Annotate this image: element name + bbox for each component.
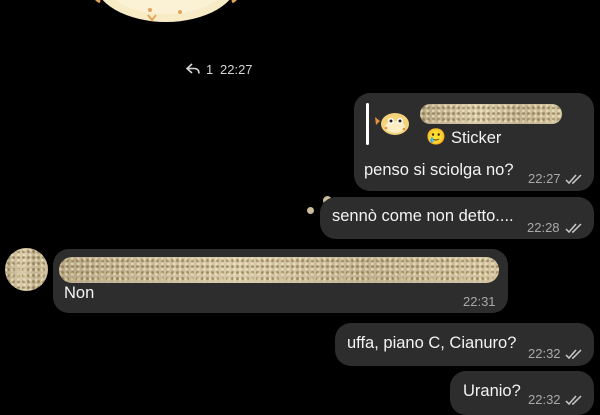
crying-smile-emoji: 🥲 bbox=[426, 129, 446, 146]
double-check-icon bbox=[565, 347, 583, 365]
message-bubble-outgoing[interactable]: uffa, piano C, Cianuro? 22:32 bbox=[335, 323, 594, 366]
pufferfish-sticker bbox=[374, 109, 412, 144]
sticker-image[interactable] bbox=[88, 0, 244, 50]
redacted-sender-name bbox=[420, 104, 562, 124]
double-check-icon bbox=[565, 172, 583, 190]
double-check-icon bbox=[565, 221, 583, 239]
redacted-text bbox=[59, 257, 499, 283]
message-time: 22:27 bbox=[528, 171, 561, 186]
message-text: penso si sciolga no? bbox=[364, 161, 514, 179]
bubble-tail-dot bbox=[307, 207, 314, 214]
message-text: Uranio? bbox=[463, 382, 521, 400]
reply-icon bbox=[185, 63, 200, 78]
message-bubble-outgoing[interactable]: Uranio? 22:32 bbox=[450, 371, 594, 415]
message-time: 22:28 bbox=[527, 220, 560, 235]
message-text: Non bbox=[64, 284, 95, 302]
double-check-icon bbox=[565, 393, 583, 411]
message-bubble-incoming[interactable]: Non 22:31 bbox=[53, 249, 508, 313]
message-bubble-outgoing[interactable]: sennò come non detto.... 22:28 bbox=[320, 197, 594, 239]
message-time: 22:32 bbox=[528, 346, 561, 361]
sticker-time: 22:27 bbox=[220, 62, 253, 77]
message-time: 22:31 bbox=[463, 294, 496, 309]
quote-bar bbox=[366, 103, 369, 145]
message-bubble-outgoing[interactable]: 🥲 Sticker penso si sciolga no? 22:27 bbox=[354, 93, 594, 191]
quote-label: Sticker bbox=[451, 129, 502, 147]
reply-count: 1 bbox=[206, 62, 214, 77]
avatar[interactable] bbox=[5, 248, 48, 291]
message-text: sennò come non detto.... bbox=[332, 207, 514, 225]
message-text: uffa, piano C, Cianuro? bbox=[347, 334, 517, 352]
